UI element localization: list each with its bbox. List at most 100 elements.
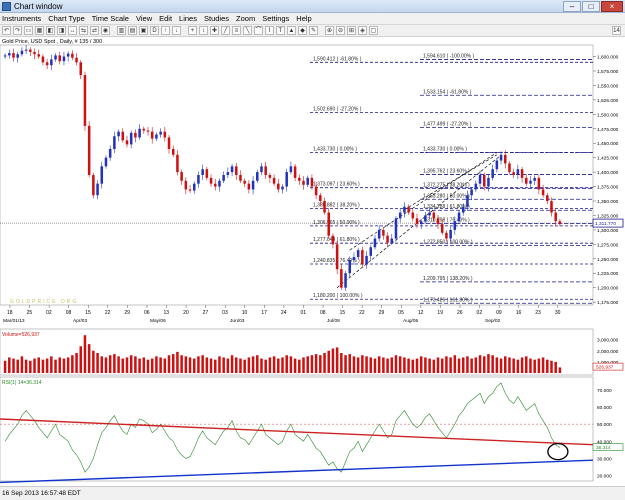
volume-bar: [24, 359, 28, 373]
candle-body: [247, 183, 251, 190]
volume-bar: [113, 354, 116, 373]
candle-body: [29, 49, 32, 52]
menu-zoom[interactable]: Zoom: [236, 14, 255, 23]
menu-lines[interactable]: Lines: [179, 14, 197, 23]
candle-body: [525, 177, 528, 184]
volume-bar: [445, 356, 448, 373]
price-axis-label: 1,250.000: [597, 257, 619, 263]
print-icon[interactable]: ▢: [369, 26, 378, 35]
candle-body: [302, 180, 305, 185]
candle-body: [361, 250, 364, 265]
volume-bar: [150, 358, 154, 373]
candle-body: [33, 51, 36, 55]
fib-right-label: 1,353.280 ( 50.00% ): [423, 193, 470, 199]
volume-bar: [373, 358, 377, 373]
layout-left-icon[interactable]: ◧: [46, 26, 55, 35]
channel-line-upper: [349, 152, 498, 251]
volume-bar: [478, 355, 482, 373]
pan-left-icon[interactable]: ⇆: [79, 26, 88, 35]
fib-left-label: 1,502.690 ( -27.20% ): [313, 107, 362, 113]
date-tick-label: 15: [85, 310, 91, 316]
date-tick-label: 29: [379, 310, 385, 316]
volume-bar: [541, 357, 545, 373]
trendline-icon[interactable]: ╱: [221, 26, 230, 35]
volume-bar: [247, 357, 251, 373]
crosshair-icon[interactable]: +: [188, 26, 197, 35]
arc-icon[interactable]: ⌒: [254, 26, 263, 35]
candle-body: [222, 175, 225, 181]
text-tool-icon[interactable]: T: [276, 26, 285, 35]
undo-icon[interactable]: ↶: [2, 26, 11, 35]
up-arrow-icon[interactable]: ↑: [161, 26, 170, 35]
candle-body: [327, 212, 330, 236]
minimize-button[interactable]: –: [563, 1, 581, 12]
fib-right-label: 1,209.795 ( 138.20% ): [423, 276, 473, 282]
fib-icon[interactable]: ⌇: [265, 26, 274, 35]
vertical-line-icon[interactable]: ↕: [199, 26, 208, 35]
zoom-out-icon[interactable]: ⊖: [336, 26, 345, 35]
candle-body: [529, 180, 532, 184]
bar-chart-icon[interactable]: ▥: [117, 26, 126, 35]
menu-help[interactable]: Help: [296, 14, 311, 23]
date-tick-label: 03: [222, 310, 228, 316]
scroll-icon[interactable]: ↔: [68, 26, 77, 35]
fib-left-label: 1,306.965 ( 50.00% ): [313, 220, 360, 226]
pan-right-icon[interactable]: ⇄: [90, 26, 99, 35]
menu-edit[interactable]: Edit: [159, 14, 172, 23]
line-chart-icon[interactable]: ▣: [139, 26, 148, 35]
shape-tool-icon[interactable]: ◆: [298, 26, 307, 35]
volume-bar: [108, 355, 112, 373]
date-tick-label: 20: [183, 310, 189, 316]
volume-bar: [281, 357, 284, 373]
new-chart-icon[interactable]: ▭: [24, 26, 33, 35]
candle-body: [470, 189, 473, 196]
volume-bar: [323, 353, 326, 373]
volume-bar: [554, 361, 557, 373]
daily-period-icon[interactable]: D: [150, 26, 159, 35]
price-axis-label: 1,400.000: [597, 170, 619, 176]
volume-bar: [449, 357, 452, 373]
menu-instruments[interactable]: Instruments: [2, 14, 41, 23]
menu-time-scale[interactable]: Time Scale: [92, 14, 129, 23]
close-button[interactable]: ×: [601, 1, 623, 12]
status-bar: 16 Sep 2013 16:57:48 EDT: [0, 486, 625, 500]
candle-body: [235, 166, 238, 175]
candle-body: [176, 154, 179, 173]
menu-chart-type[interactable]: Chart Type: [48, 14, 85, 23]
chart-svg: Gold Price, USD Spot , Daily, # 135 / 30…: [0, 39, 624, 484]
maximize-button[interactable]: □: [582, 1, 600, 12]
horizontal-line-icon[interactable]: ≡: [232, 26, 241, 35]
channel-icon[interactable]: ╲: [243, 26, 252, 35]
redo-icon[interactable]: ↷: [13, 26, 22, 35]
month-label: Sep/02: [485, 318, 501, 324]
pencil-icon[interactable]: ✎: [309, 26, 318, 35]
volume-bar: [314, 354, 318, 373]
menu-studies[interactable]: Studies: [204, 14, 229, 23]
volume-bar: [394, 355, 398, 373]
candle-body: [550, 201, 553, 213]
volume-bar: [12, 358, 15, 373]
candle-body: [125, 140, 129, 145]
volume-bar: [45, 358, 49, 373]
template-icon[interactable]: ▦: [35, 26, 44, 35]
candle-body: [478, 175, 482, 184]
triangle-tool-icon[interactable]: ▲: [287, 26, 296, 35]
date-tick-label: 22: [105, 310, 111, 316]
cross-tool-icon[interactable]: ✚: [210, 26, 219, 35]
volume-bar: [8, 357, 11, 373]
volume-bar: [453, 355, 457, 373]
candle-chart-icon[interactable]: ▤: [128, 26, 137, 35]
volume-bar: [121, 358, 125, 373]
menu-settings[interactable]: Settings: [262, 14, 289, 23]
zoom-in-icon[interactable]: ⊕: [325, 26, 334, 35]
zoom-fit-icon[interactable]: ⊞: [347, 26, 356, 35]
down-arrow-icon[interactable]: ↓: [172, 26, 181, 35]
layout-right-icon[interactable]: ◨: [57, 26, 66, 35]
volume-bar: [340, 353, 343, 373]
menu-view[interactable]: View: [136, 14, 152, 23]
candle-body: [449, 229, 452, 239]
candle-body: [407, 206, 410, 213]
indicator-icon[interactable]: ◈: [358, 26, 367, 35]
volume-axis-label: 2,000,000: [597, 349, 619, 355]
cursor-icon[interactable]: ◉: [101, 26, 110, 35]
